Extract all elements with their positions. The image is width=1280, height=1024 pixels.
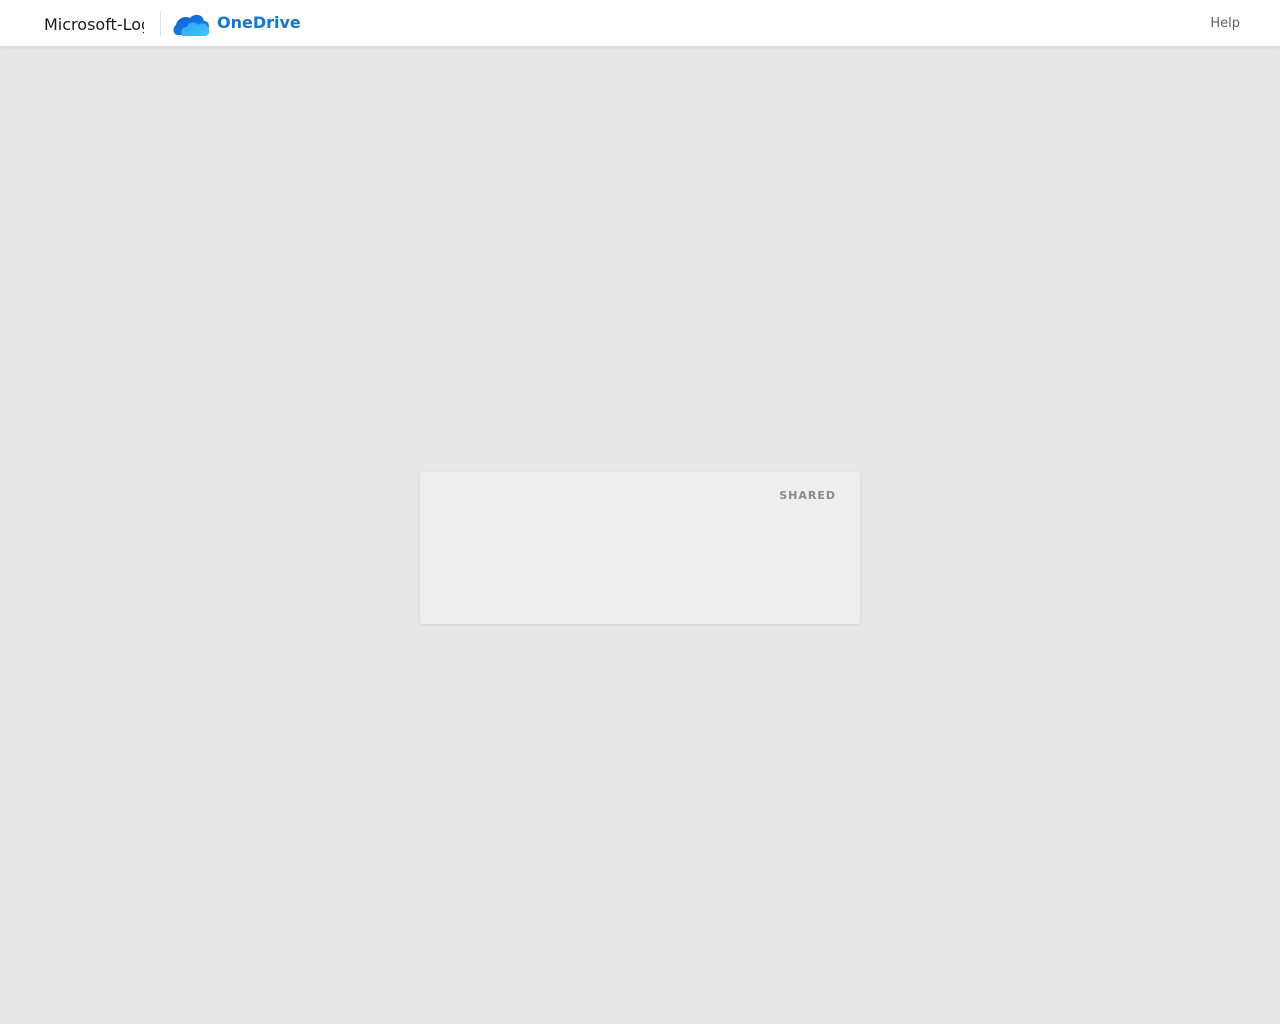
top-bar: Microsoft-Logo OneDrive Help bbox=[0, 0, 1280, 47]
help-link[interactable]: Help bbox=[1210, 15, 1240, 32]
header-divider bbox=[160, 11, 161, 36]
microsoft-logo[interactable]: Microsoft-Logo bbox=[44, 14, 144, 36]
app-name[interactable]: OneDrive bbox=[217, 13, 301, 33]
shared-badge: SHARED bbox=[779, 489, 836, 502]
shared-card[interactable]: SHARED bbox=[420, 472, 860, 624]
onedrive-cloud-icon[interactable] bbox=[172, 11, 210, 37]
